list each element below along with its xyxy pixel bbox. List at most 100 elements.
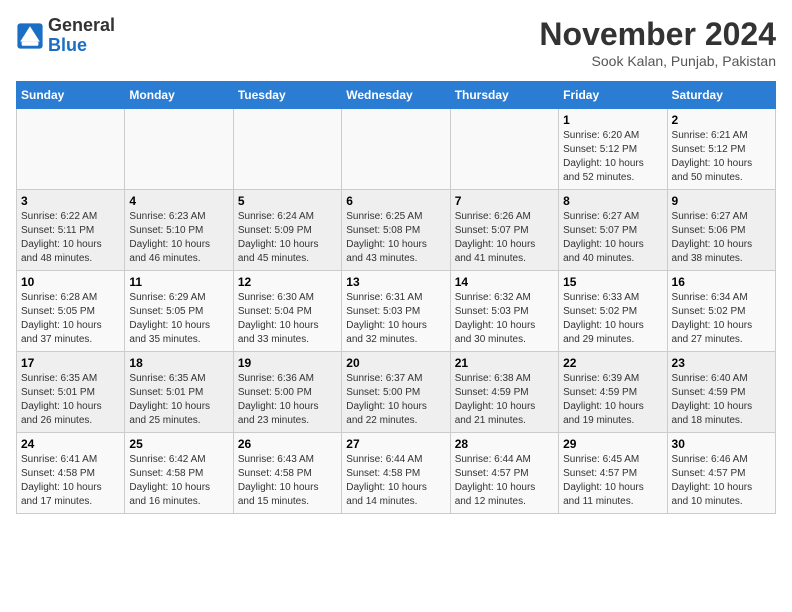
calendar-cell: 22 Sunrise: 6:39 AMSunset: 4:59 PMDayligh… <box>559 352 667 433</box>
calendar-cell: 14 Sunrise: 6:32 AMSunset: 5:03 PMDayligh… <box>450 271 558 352</box>
day-number: 18 <box>129 356 228 370</box>
calendar-cell: 21 Sunrise: 6:38 AMSunset: 4:59 PMDayligh… <box>450 352 558 433</box>
day-info: Sunrise: 6:42 AMSunset: 4:58 PMDaylight:… <box>129 453 228 509</box>
day-number: 8 <box>563 194 662 208</box>
day-number: 6 <box>346 194 445 208</box>
calendar-cell: 3 Sunrise: 6:22 AMSunset: 5:11 PMDaylight… <box>17 190 125 271</box>
calendar-cell: 2 Sunrise: 6:21 AMSunset: 5:12 PMDaylight… <box>667 109 775 190</box>
day-number: 3 <box>21 194 120 208</box>
day-number: 21 <box>455 356 554 370</box>
calendar-cell: 9 Sunrise: 6:27 AMSunset: 5:06 PMDaylight… <box>667 190 775 271</box>
calendar-cell: 16 Sunrise: 6:34 AMSunset: 5:02 PMDayligh… <box>667 271 775 352</box>
calendar-cell: 5Sunrise: 6:24 AMSunset: 5:09 PMDaylight… <box>233 190 341 271</box>
month-title: November 2024 <box>539 16 776 53</box>
day-info: Sunrise: 6:44 AMSunset: 4:57 PMDaylight:… <box>455 453 554 509</box>
day-info: Sunrise: 6:43 AMSunset: 4:58 PMDaylight:… <box>238 453 337 509</box>
day-number: 22 <box>563 356 662 370</box>
day-info: Sunrise: 6:39 AMSunset: 4:59 PMDaylight:… <box>563 372 662 428</box>
day-number: 13 <box>346 275 445 289</box>
day-number: 29 <box>563 437 662 451</box>
day-info: Sunrise: 6:35 AMSunset: 5:01 PMDaylight:… <box>21 372 120 428</box>
col-monday: Monday <box>125 82 233 109</box>
calendar-cell: 8Sunrise: 6:27 AMSunset: 5:07 PMDaylight… <box>559 190 667 271</box>
calendar-cell: 25Sunrise: 6:42 AMSunset: 4:58 PMDayligh… <box>125 433 233 514</box>
day-number: 19 <box>238 356 337 370</box>
logo-general: General <box>48 15 115 35</box>
day-info: Sunrise: 6:30 AMSunset: 5:04 PMDaylight:… <box>238 291 337 347</box>
calendar-cell: 28 Sunrise: 6:44 AMSunset: 4:57 PMDayligh… <box>450 433 558 514</box>
calendar-cell <box>450 109 558 190</box>
calendar-cell: 4 Sunrise: 6:23 AMSunset: 5:10 PMDaylight… <box>125 190 233 271</box>
title-area: November 2024 Sook Kalan, Punjab, Pakist… <box>539 16 776 69</box>
day-info: Sunrise: 6:35 AMSunset: 5:01 PMDaylight:… <box>129 372 228 428</box>
day-info: Sunrise: 6:29 AMSunset: 5:05 PMDaylight:… <box>129 291 228 347</box>
day-info: Sunrise: 6:20 AMSunset: 5:12 PMDaylight:… <box>563 129 662 185</box>
day-info: Sunrise: 6:24 AMSunset: 5:09 PMDaylight:… <box>238 210 337 266</box>
day-number: 9 <box>672 194 771 208</box>
calendar-cell <box>125 109 233 190</box>
day-number: 14 <box>455 275 554 289</box>
col-sunday: Sunday <box>17 82 125 109</box>
col-thursday: Thursday <box>450 82 558 109</box>
col-friday: Friday <box>559 82 667 109</box>
day-info: Sunrise: 6:41 AMSunset: 4:58 PMDaylight:… <box>21 453 120 509</box>
day-info: Sunrise: 6:33 AMSunset: 5:02 PMDaylight:… <box>563 291 662 347</box>
day-number: 26 <box>238 437 337 451</box>
calendar-table: Sunday Monday Tuesday Wednesday Thursday… <box>16 81 776 514</box>
calendar-week-5: 24 Sunrise: 6:41 AMSunset: 4:58 PMDayligh… <box>17 433 776 514</box>
calendar-week-1: 1 Sunrise: 6:20 AMSunset: 5:12 PMDaylight… <box>17 109 776 190</box>
calendar-cell: 10Sunrise: 6:28 AMSunset: 5:05 PMDayligh… <box>17 271 125 352</box>
calendar-cell: 23Sunrise: 6:40 AMSunset: 4:59 PMDayligh… <box>667 352 775 433</box>
day-info: Sunrise: 6:38 AMSunset: 4:59 PMDaylight:… <box>455 372 554 428</box>
day-number: 15 <box>563 275 662 289</box>
calendar-cell <box>17 109 125 190</box>
day-number: 1 <box>563 113 662 127</box>
day-info: Sunrise: 6:34 AMSunset: 5:02 PMDaylight:… <box>672 291 771 347</box>
calendar-cell: 1 Sunrise: 6:20 AMSunset: 5:12 PMDaylight… <box>559 109 667 190</box>
day-info: Sunrise: 6:25 AMSunset: 5:08 PMDaylight:… <box>346 210 445 266</box>
calendar-cell: 20Sunrise: 6:37 AMSunset: 5:00 PMDayligh… <box>342 352 450 433</box>
header-row: Sunday Monday Tuesday Wednesday Thursday… <box>17 82 776 109</box>
day-info: Sunrise: 6:23 AMSunset: 5:10 PMDaylight:… <box>129 210 228 266</box>
day-number: 4 <box>129 194 228 208</box>
day-number: 30 <box>672 437 771 451</box>
day-info: Sunrise: 6:45 AMSunset: 4:57 PMDaylight:… <box>563 453 662 509</box>
calendar-cell <box>342 109 450 190</box>
calendar-cell: 6 Sunrise: 6:25 AMSunset: 5:08 PMDaylight… <box>342 190 450 271</box>
calendar-week-2: 3 Sunrise: 6:22 AMSunset: 5:11 PMDaylight… <box>17 190 776 271</box>
day-number: 27 <box>346 437 445 451</box>
calendar-cell: 7Sunrise: 6:26 AMSunset: 5:07 PMDaylight… <box>450 190 558 271</box>
day-number: 16 <box>672 275 771 289</box>
day-number: 28 <box>455 437 554 451</box>
day-info: Sunrise: 6:27 AMSunset: 5:06 PMDaylight:… <box>672 210 771 266</box>
calendar-cell: 30 Sunrise: 6:46 AMSunset: 4:57 PMDayligh… <box>667 433 775 514</box>
calendar-cell: 26 Sunrise: 6:43 AMSunset: 4:58 PMDayligh… <box>233 433 341 514</box>
calendar-cell: 27Sunrise: 6:44 AMSunset: 4:58 PMDayligh… <box>342 433 450 514</box>
col-saturday: Saturday <box>667 82 775 109</box>
day-number: 7 <box>455 194 554 208</box>
day-info: Sunrise: 6:31 AMSunset: 5:03 PMDaylight:… <box>346 291 445 347</box>
day-number: 17 <box>21 356 120 370</box>
calendar-cell: 24 Sunrise: 6:41 AMSunset: 4:58 PMDayligh… <box>17 433 125 514</box>
day-info: Sunrise: 6:21 AMSunset: 5:12 PMDaylight:… <box>672 129 771 185</box>
header: General Blue November 2024 Sook Kalan, P… <box>16 16 776 69</box>
day-number: 20 <box>346 356 445 370</box>
day-info: Sunrise: 6:22 AMSunset: 5:11 PMDaylight:… <box>21 210 120 266</box>
day-number: 24 <box>21 437 120 451</box>
calendar-week-4: 17 Sunrise: 6:35 AMSunset: 5:01 PMDayligh… <box>17 352 776 433</box>
day-info: Sunrise: 6:32 AMSunset: 5:03 PMDaylight:… <box>455 291 554 347</box>
logo-text: General Blue <box>48 16 115 56</box>
day-number: 10 <box>21 275 120 289</box>
day-number: 12 <box>238 275 337 289</box>
calendar-cell: 11Sunrise: 6:29 AMSunset: 5:05 PMDayligh… <box>125 271 233 352</box>
calendar-cell <box>233 109 341 190</box>
day-info: Sunrise: 6:36 AMSunset: 5:00 PMDaylight:… <box>238 372 337 428</box>
calendar-cell: 12 Sunrise: 6:30 AMSunset: 5:04 PMDayligh… <box>233 271 341 352</box>
calendar-cell: 15 Sunrise: 6:33 AMSunset: 5:02 PMDayligh… <box>559 271 667 352</box>
day-number: 2 <box>672 113 771 127</box>
calendar-cell: 18 Sunrise: 6:35 AMSunset: 5:01 PMDayligh… <box>125 352 233 433</box>
calendar-cell: 19 Sunrise: 6:36 AMSunset: 5:00 PMDayligh… <box>233 352 341 433</box>
col-tuesday: Tuesday <box>233 82 341 109</box>
calendar-cell: 17 Sunrise: 6:35 AMSunset: 5:01 PMDayligh… <box>17 352 125 433</box>
day-info: Sunrise: 6:46 AMSunset: 4:57 PMDaylight:… <box>672 453 771 509</box>
